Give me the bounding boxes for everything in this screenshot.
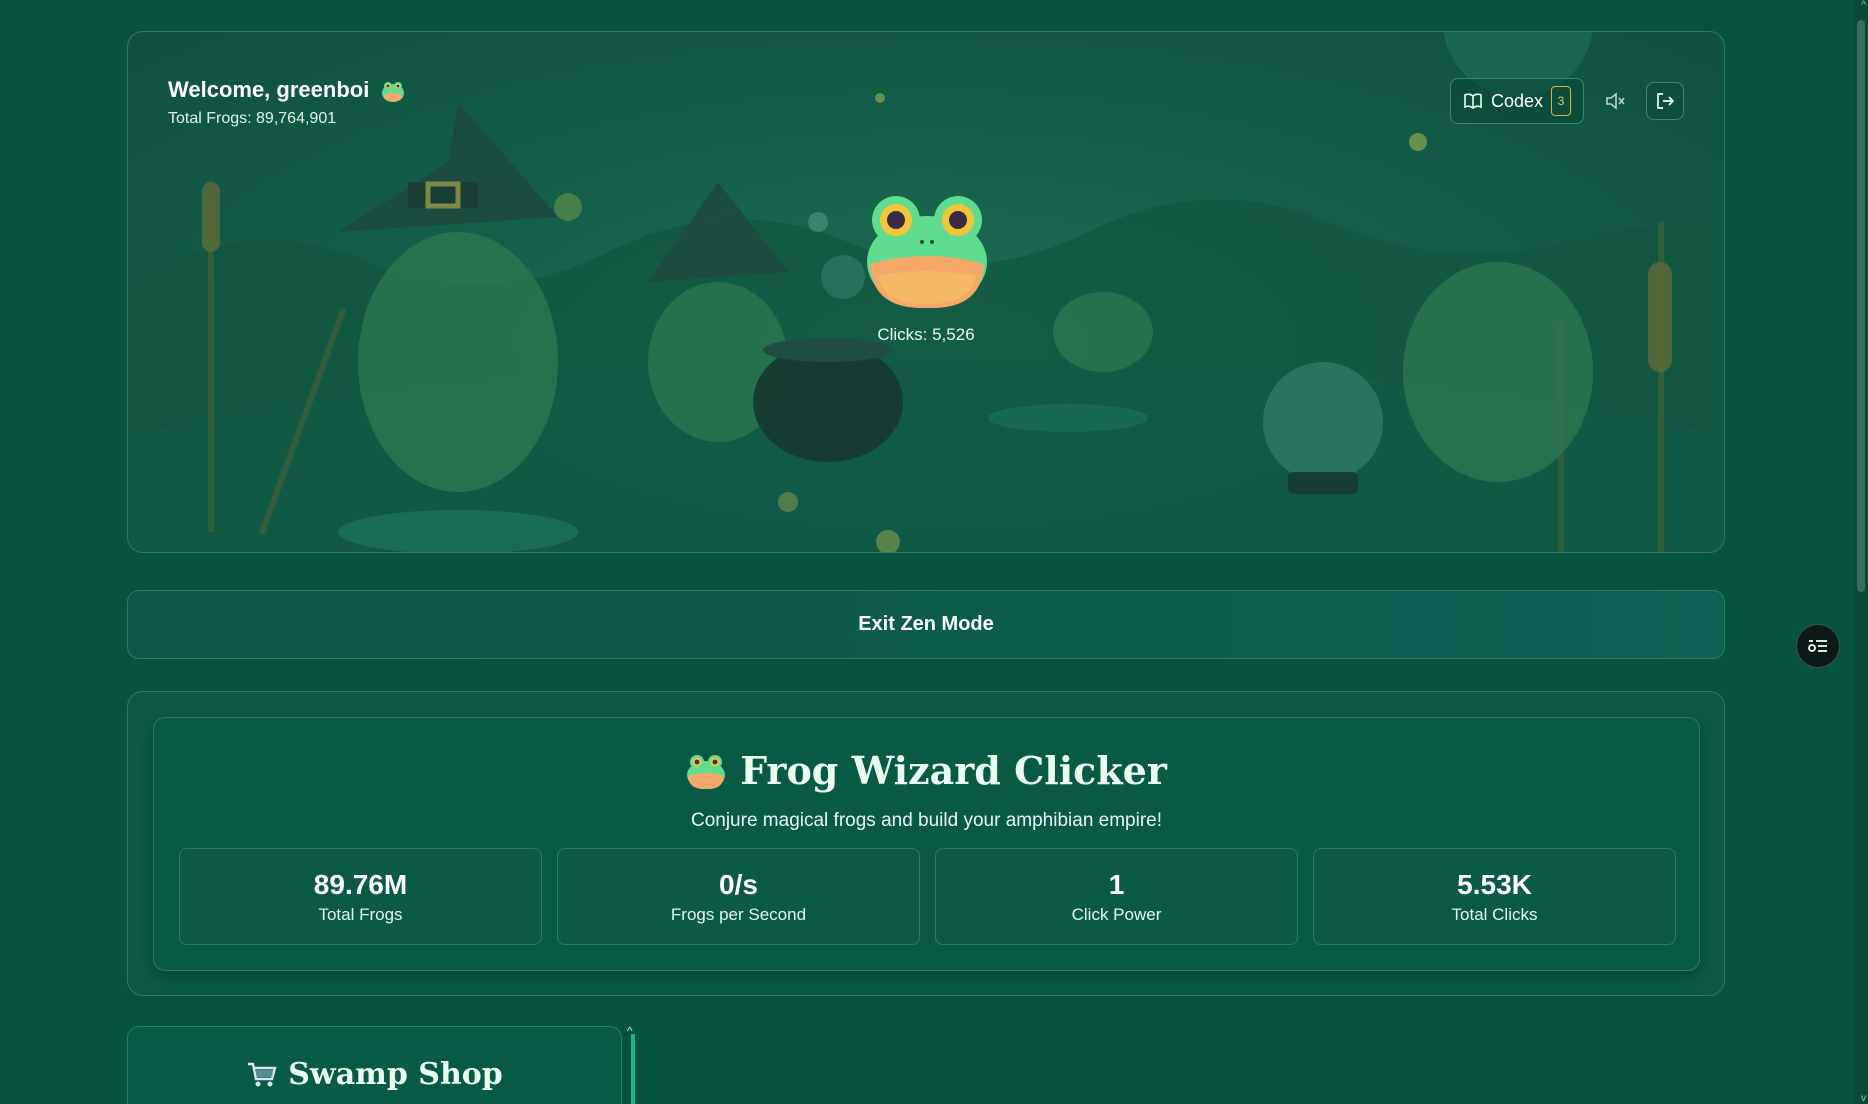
- menu-list-icon: [1808, 640, 1827, 652]
- frog-emoji-icon: [382, 82, 405, 103]
- codex-count-badge: 3: [1551, 86, 1571, 116]
- stats-row: 89.76M Total Frogs 0/s Frogs per Second …: [179, 848, 1676, 945]
- total-frogs-text: Total Frogs: 89,764,901: [168, 110, 337, 127]
- stat-frogs-per-second: 0/s Frogs per Second: [557, 848, 920, 945]
- exit-zen-mode-button[interactable]: Exit Zen Mode: [127, 590, 1725, 659]
- page-scrollbar[interactable]: ^ v: [1854, 0, 1868, 1104]
- hero-controls: Codex 3: [1449, 78, 1684, 124]
- game-subtitle: Conjure magical frogs and build your amp…: [690, 810, 1163, 831]
- scroll-up-arrow[interactable]: ^: [1861, 0, 1866, 11]
- stat-value: 5.53K: [1457, 868, 1532, 900]
- shopping-cart-icon: [248, 1062, 277, 1086]
- scrollbar-thumb[interactable]: [1857, 20, 1865, 592]
- welcome-text: Welcome, greenboi: [168, 77, 370, 102]
- scroll-down-arrow[interactable]: v: [1861, 1093, 1866, 1104]
- clicks-counter: Clicks: 5,526: [877, 325, 975, 344]
- stat-click-power: 1 Click Power: [935, 848, 1298, 945]
- game-title: Frog Wizard Clicker: [740, 748, 1167, 793]
- frog-emoji-icon: [687, 754, 726, 789]
- stat-label: Total Clicks: [1451, 904, 1538, 924]
- logout-button[interactable]: [1646, 82, 1684, 120]
- mute-button[interactable]: [1596, 82, 1634, 120]
- shop-title-row: Swamp Shop: [128, 1057, 621, 1092]
- page: Welcome, greenboi Total Frogs: 89,764,90…: [0, 0, 1868, 1104]
- stat-value: 1: [1108, 868, 1125, 900]
- game-title-row: Frog Wizard Clicker: [154, 748, 1699, 793]
- codex-button[interactable]: Codex 3: [1449, 78, 1584, 124]
- game-header-card: Frog Wizard Clicker Conjure magical frog…: [153, 717, 1700, 971]
- stat-label: Click Power: [1071, 904, 1162, 924]
- stat-label: Frogs per Second: [670, 904, 807, 924]
- volume-mute-icon: [1606, 92, 1625, 110]
- logout-icon: [1657, 93, 1675, 109]
- codex-label: Codex: [1490, 90, 1543, 111]
- stat-value: 89.76M: [313, 868, 408, 900]
- clickable-frog[interactable]: [864, 192, 990, 310]
- panel-resize-handle[interactable]: [631, 1034, 635, 1104]
- floating-menu-button[interactable]: [1796, 624, 1840, 668]
- swamp-shop-panel: Swamp Shop: [127, 1026, 622, 1104]
- hero-banner: Welcome, greenboi Total Frogs: 89,764,90…: [127, 31, 1725, 553]
- stat-value: 0/s: [719, 868, 758, 900]
- welcome-heading: Welcome, greenboi: [168, 77, 405, 103]
- stat-total-clicks: 5.53K Total Clicks: [1313, 848, 1676, 945]
- shop-title: Swamp Shop: [288, 1057, 503, 1092]
- stat-label: Total Frogs: [318, 904, 403, 924]
- game-panel: Frog Wizard Clicker Conjure magical frog…: [127, 691, 1725, 996]
- stat-total-frogs: 89.76M Total Frogs: [179, 848, 542, 945]
- book-open-icon: [1464, 93, 1482, 109]
